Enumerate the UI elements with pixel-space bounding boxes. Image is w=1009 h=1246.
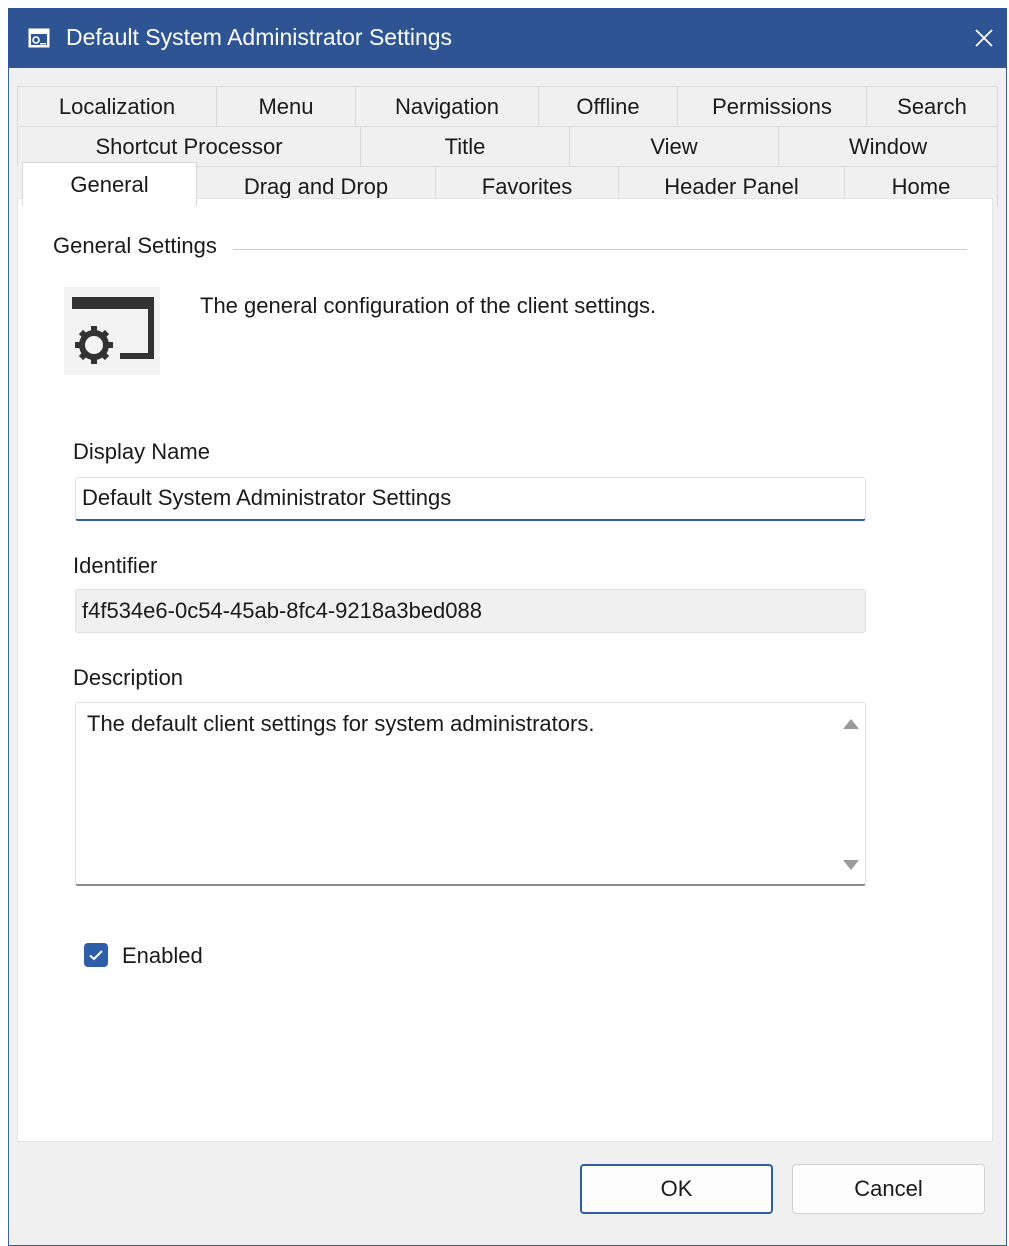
tab-shortcut-processor[interactable]: Shortcut Processor xyxy=(17,126,361,166)
tab-search[interactable]: Search xyxy=(866,86,998,126)
tab-offline[interactable]: Offline xyxy=(538,86,678,126)
group-divider xyxy=(233,249,967,250)
window-title: Default System Administrator Settings xyxy=(66,24,453,50)
tab-general[interactable]: General xyxy=(22,162,197,206)
title-bar: Default System Administrator Settings xyxy=(8,8,1007,68)
cancel-button[interactable]: Cancel xyxy=(792,1164,985,1214)
tab-localization[interactable]: Localization xyxy=(17,86,217,126)
description-scrollbar[interactable] xyxy=(835,703,865,884)
tab-permissions[interactable]: Permissions xyxy=(677,86,867,126)
scroll-up-arrow-icon[interactable] xyxy=(843,719,859,729)
general-description: The general configuration of the client … xyxy=(200,293,657,318)
close-icon xyxy=(975,29,993,47)
checkmark-icon xyxy=(89,950,103,961)
identifier-label: Identifier xyxy=(73,553,158,578)
tab-menu[interactable]: Menu xyxy=(216,86,356,126)
tab-title[interactable]: Title xyxy=(360,126,570,166)
ok-button[interactable]: OK xyxy=(580,1164,773,1214)
tab-view[interactable]: View xyxy=(569,126,779,166)
settings-window-icon xyxy=(28,28,50,48)
display-name-label: Display Name xyxy=(73,439,210,464)
description-textarea[interactable]: The default client settings for system a… xyxy=(75,702,866,886)
enabled-label[interactable]: Enabled xyxy=(122,943,203,969)
general-tab-panel: General Settings The general configurati… xyxy=(17,198,993,1142)
display-name-input[interactable]: Default System Administrator Settings xyxy=(75,477,866,521)
enabled-checkbox[interactable] xyxy=(84,943,108,967)
tab-navigation[interactable]: Navigation xyxy=(355,86,539,126)
identifier-field: f4f534e6-0c54-45ab-8fc4-9218a3bed088 xyxy=(75,589,866,633)
scroll-down-arrow-icon[interactable] xyxy=(843,860,859,870)
tab-window[interactable]: Window xyxy=(778,126,998,166)
settings-window-icon xyxy=(64,287,160,375)
description-value: The default client settings for system a… xyxy=(87,711,595,736)
close-button[interactable] xyxy=(961,8,1007,68)
group-title: General Settings xyxy=(53,233,217,258)
description-label: Description xyxy=(73,665,184,690)
